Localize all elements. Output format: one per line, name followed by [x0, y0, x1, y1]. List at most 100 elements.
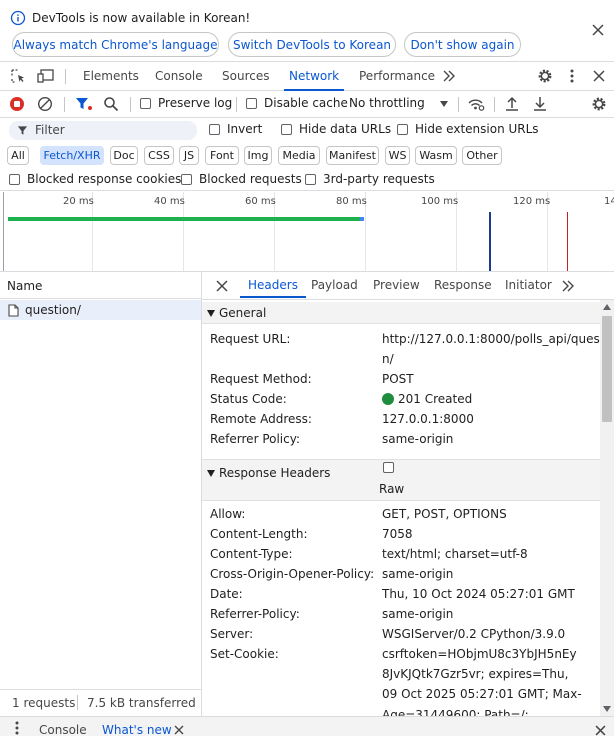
dropdown-arrow-icon[interactable]	[438, 98, 450, 110]
chip-js[interactable]: JS	[179, 146, 199, 165]
timeline-tick: 14	[604, 196, 614, 207]
hide-data-urls-checkbox[interactable]	[281, 124, 292, 135]
general-section-header[interactable]: General	[202, 302, 600, 324]
drawer-menu-icon[interactable]	[12, 721, 22, 735]
export-har-icon[interactable]	[532, 96, 548, 112]
close-drawer-icon[interactable]	[594, 724, 606, 736]
triangle-down-icon	[207, 309, 215, 317]
more-tabs-icon[interactable]	[441, 68, 457, 84]
network-conditions-icon[interactable]	[467, 96, 485, 112]
tab-headers[interactable]: Headers	[240, 272, 306, 298]
response-headers-section-header[interactable]: Response Headers Raw	[202, 459, 600, 501]
drawer-tab-bar: Console What's new	[0, 716, 614, 737]
disable-cache-checkbox[interactable]	[246, 98, 257, 109]
tab-console[interactable]: Console	[155, 62, 203, 90]
import-har-icon[interactable]	[504, 96, 520, 112]
divider	[65, 69, 66, 84]
chip-fetch-xhr[interactable]: Fetch/XHR	[40, 146, 104, 165]
chip-doc[interactable]: Doc	[110, 146, 138, 165]
chip-wasm[interactable]: Wasm	[415, 146, 457, 165]
dont-show-again-button[interactable]: Don't show again	[404, 32, 521, 57]
tab-sources[interactable]: Sources	[222, 62, 269, 90]
chip-css[interactable]: CSS	[144, 146, 174, 165]
server-key: Server:	[210, 627, 254, 641]
detail-scrollbar-thumb[interactable]	[602, 316, 612, 422]
request-count: 1 requests	[12, 696, 76, 710]
drawer-tab-console[interactable]: Console	[39, 723, 87, 737]
infobar-message: DevTools is now available in Korean!	[32, 11, 251, 25]
domcontentloaded-marker	[489, 212, 491, 271]
settings-gear-icon[interactable]	[536, 67, 554, 85]
switch-to-korean-button[interactable]: Switch DevTools to Korean	[228, 32, 396, 57]
chip-all[interactable]: All	[7, 146, 29, 165]
close-tab-icon[interactable]	[173, 724, 185, 736]
request-timing-bar-end	[360, 217, 364, 221]
table-row[interactable]: question/	[0, 300, 201, 320]
chip-img[interactable]: Img	[244, 146, 272, 165]
set-cookie-key: Set-Cookie:	[210, 647, 279, 661]
request-method-value: POST	[382, 372, 414, 386]
record-stop-icon[interactable]	[9, 96, 25, 112]
set-cookie-value-wrap: 8JvKJQtk7Gzr5vr; expires=Thu,	[382, 667, 569, 681]
close-detail-icon[interactable]	[214, 278, 230, 294]
tab-initiator[interactable]: Initiator	[505, 272, 552, 298]
content-type-key: Content-Type:	[210, 547, 293, 561]
main-tab-bar: Elements Console Sources Network Perform…	[0, 62, 614, 91]
hide-extension-urls-checkbox[interactable]	[397, 124, 408, 135]
remote-address-value: 127.0.0.1:8000	[382, 412, 474, 426]
tab-payload[interactable]: Payload	[311, 272, 358, 298]
filter-input[interactable]: Filter	[9, 121, 197, 140]
tab-performance[interactable]: Performance	[359, 62, 435, 90]
invert-checkbox[interactable]	[209, 124, 220, 135]
preserve-log-checkbox[interactable]	[140, 98, 151, 109]
chip-other[interactable]: Other	[462, 146, 502, 165]
blocked-response-cookies-checkbox[interactable]	[9, 174, 20, 185]
always-match-language-button[interactable]: Always match Chrome's language	[12, 32, 219, 57]
close-icon[interactable]	[590, 22, 606, 38]
network-settings-gear-icon[interactable]	[590, 95, 608, 113]
throttling-select[interactable]: No throttling	[349, 96, 425, 110]
inspect-element-icon[interactable]	[9, 68, 27, 84]
scroll-up-icon[interactable]	[602, 302, 612, 312]
blocked-requests-checkbox[interactable]	[181, 174, 192, 185]
date-key: Date:	[210, 587, 243, 601]
load-marker	[567, 212, 568, 271]
tab-network[interactable]: Network	[283, 62, 345, 91]
request-method-key: Request Method:	[210, 372, 312, 386]
more-detail-tabs-icon[interactable]	[560, 279, 576, 293]
chip-media[interactable]: Media	[278, 146, 320, 165]
drawer-tab-whats-new[interactable]: What's new	[102, 723, 172, 737]
remote-address-key: Remote Address:	[210, 412, 312, 426]
tab-preview[interactable]: Preview	[373, 272, 420, 298]
third-party-requests-checkbox[interactable]	[305, 174, 316, 185]
language-infobar: DevTools is now available in Korean! Alw…	[0, 0, 614, 62]
raw-checkbox[interactable]	[383, 462, 394, 473]
search-icon[interactable]	[103, 96, 119, 112]
timeline-tick: 120 ms	[513, 196, 551, 207]
chip-font[interactable]: Font	[205, 146, 239, 165]
response-headers-title: Response Headers	[219, 466, 331, 480]
filter-placeholder: Filter	[35, 123, 65, 137]
tab-response[interactable]: Response	[434, 272, 492, 298]
request-name: question/	[25, 303, 81, 317]
filter-funnel-icon[interactable]	[75, 96, 93, 112]
content-length-value: 7058	[382, 527, 413, 541]
divider	[77, 695, 78, 710]
general-title: General	[219, 306, 267, 320]
more-options-icon[interactable]	[565, 67, 579, 85]
status-ok-dot-icon	[382, 393, 394, 405]
device-toolbar-icon[interactable]	[36, 68, 56, 84]
timeline-tick: 60 ms	[245, 196, 276, 207]
clear-icon[interactable]	[37, 96, 53, 112]
blocked-requests-label: Blocked requests	[199, 172, 302, 186]
coop-value: same-origin	[382, 567, 454, 581]
tab-elements[interactable]: Elements	[83, 62, 139, 90]
scroll-down-icon[interactable]	[602, 704, 612, 714]
chip-ws[interactable]: WS	[385, 146, 410, 165]
name-column-header[interactable]: Name	[0, 272, 201, 299]
chip-manifest[interactable]: Manifest	[326, 146, 379, 165]
close-devtools-icon[interactable]	[591, 68, 607, 84]
status-code-key: Status Code:	[210, 392, 287, 406]
third-party-requests-label: 3rd-party requests	[323, 172, 435, 186]
preserve-log-label: Preserve log	[158, 96, 233, 110]
